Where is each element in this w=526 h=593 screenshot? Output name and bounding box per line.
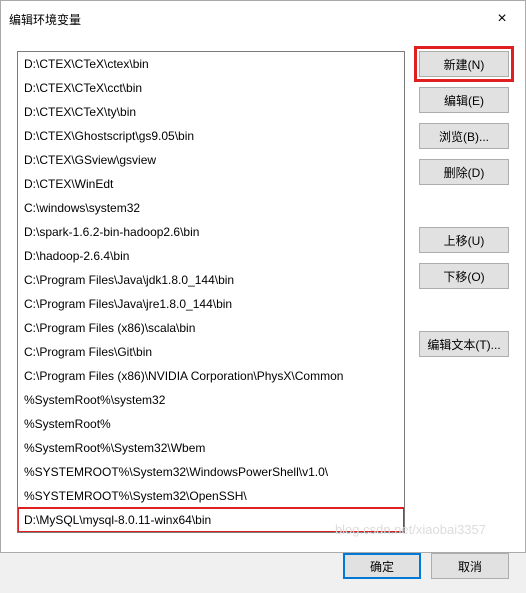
list-item[interactable]: C:\windows\system32 [18, 196, 404, 220]
new-button[interactable]: 新建(N) [419, 51, 509, 77]
list-item[interactable]: D:\CTEX\WinEdt [18, 172, 404, 196]
list-item[interactable]: D:\CTEX\CTeX\ty\bin [18, 100, 404, 124]
dialog: 编辑环境变量 × D:\CTEX\CTeX\ctex\binD:\CTEX\CT… [0, 0, 526, 553]
edit-text-button[interactable]: 编辑文本(T)... [419, 331, 509, 357]
list-item[interactable]: %SystemRoot%\System32\Wbem [18, 436, 404, 460]
move-down-button[interactable]: 下移(O) [419, 263, 509, 289]
dialog-title: 编辑环境变量 [9, 11, 81, 28]
browse-button[interactable]: 浏览(B)... [419, 123, 509, 149]
path-list-container: D:\CTEX\CTeX\ctex\binD:\CTEX\CTeX\cct\bi… [17, 51, 405, 533]
list-item[interactable]: C:\Program Files\Java\jre1.8.0_144\bin [18, 292, 404, 316]
move-up-button[interactable]: 上移(U) [419, 227, 509, 253]
list-item[interactable]: %SYSTEMROOT%\System32\WindowsPowerShell\… [18, 460, 404, 484]
edit-button[interactable]: 编辑(E) [419, 87, 509, 113]
close-button[interactable]: × [487, 7, 517, 31]
cancel-button[interactable]: 取消 [431, 553, 509, 579]
list-item[interactable]: C:\Program Files (x86)\scala\bin [18, 316, 404, 340]
titlebar: 编辑环境变量 × [1, 1, 525, 37]
ok-button[interactable]: 确定 [343, 553, 421, 579]
list-item[interactable]: D:\CTEX\CTeX\ctex\bin [18, 52, 404, 76]
list-item[interactable]: C:\Program Files (x86)\NVIDIA Corporatio… [18, 364, 404, 388]
list-item[interactable]: C:\Program Files\Java\jdk1.8.0_144\bin [18, 268, 404, 292]
spacer [419, 299, 509, 321]
list-item[interactable]: D:\hadoop-2.6.4\bin [18, 244, 404, 268]
close-icon: × [497, 10, 506, 28]
list-item[interactable]: C:\Program Files\Git\bin [18, 340, 404, 364]
button-column: 新建(N) 编辑(E) 浏览(B)... 删除(D) 上移(U) 下移(O) 编… [419, 51, 509, 533]
list-item[interactable]: D:\spark-1.6.2-bin-hadoop2.6\bin [18, 220, 404, 244]
delete-button[interactable]: 删除(D) [419, 159, 509, 185]
spacer [419, 195, 509, 217]
footer: 确定 取消 [1, 543, 525, 593]
list-item[interactable]: D:\CTEX\Ghostscript\gs9.05\bin [18, 124, 404, 148]
list-item[interactable]: D:\MySQL\mysql-8.0.11-winx64\bin [18, 508, 404, 532]
list-item[interactable]: %SYSTEMROOT%\System32\OpenSSH\ [18, 484, 404, 508]
list-item[interactable]: %SystemRoot%\system32 [18, 388, 404, 412]
list-item[interactable]: D:\CTEX\GSview\gsview [18, 148, 404, 172]
content-area: D:\CTEX\CTeX\ctex\binD:\CTEX\CTeX\cct\bi… [1, 37, 525, 543]
path-list[interactable]: D:\CTEX\CTeX\ctex\binD:\CTEX\CTeX\cct\bi… [18, 52, 404, 532]
list-item[interactable]: D:\CTEX\CTeX\cct\bin [18, 76, 404, 100]
list-item[interactable]: %SystemRoot% [18, 412, 404, 436]
